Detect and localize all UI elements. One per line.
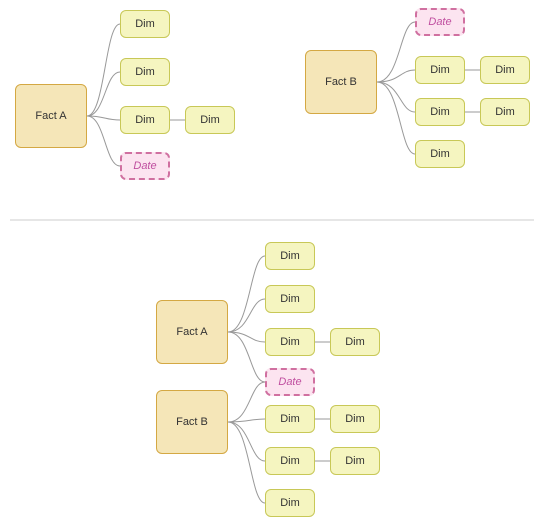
bottom-dim-b-3[interactable]: Dim <box>265 447 315 475</box>
top-left-dim-3[interactable]: Dim <box>120 106 170 134</box>
top-right-fact-b[interactable]: Fact B <box>305 50 377 114</box>
bottom-dim-a-4[interactable]: Dim <box>330 328 380 356</box>
canvas: Fact A Dim Dim Dim Dim Date Fact B Date … <box>0 0 544 530</box>
top-right-dim-5[interactable]: Dim <box>415 140 465 168</box>
bottom-dim-b-2[interactable]: Dim <box>330 405 380 433</box>
top-left-fact-a[interactable]: Fact A <box>15 84 87 148</box>
top-right-dim-2[interactable]: Dim <box>480 56 530 84</box>
top-right-dim-4[interactable]: Dim <box>480 98 530 126</box>
top-left-dim-4[interactable]: Dim <box>185 106 235 134</box>
top-left-dim-1[interactable]: Dim <box>120 10 170 38</box>
top-left-dim-2[interactable]: Dim <box>120 58 170 86</box>
bottom-dim-b-5[interactable]: Dim <box>265 489 315 517</box>
top-right-dim-3[interactable]: Dim <box>415 98 465 126</box>
bottom-fact-a[interactable]: Fact A <box>156 300 228 364</box>
bottom-date[interactable]: Date <box>265 368 315 396</box>
top-left-date[interactable]: Date <box>120 152 170 180</box>
bottom-fact-b[interactable]: Fact B <box>156 390 228 454</box>
top-right-dim-1[interactable]: Dim <box>415 56 465 84</box>
bottom-dim-a-2[interactable]: Dim <box>265 285 315 313</box>
bottom-dim-a-1[interactable]: Dim <box>265 242 315 270</box>
top-right-date[interactable]: Date <box>415 8 465 36</box>
bottom-dim-b-4[interactable]: Dim <box>330 447 380 475</box>
bottom-dim-b-1[interactable]: Dim <box>265 405 315 433</box>
bottom-dim-a-3[interactable]: Dim <box>265 328 315 356</box>
